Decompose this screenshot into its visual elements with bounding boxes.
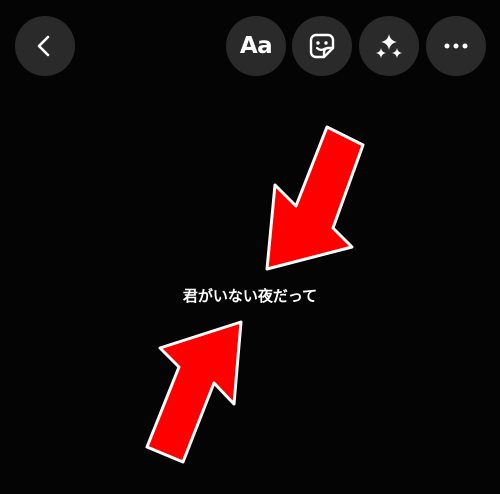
annotation-arrow-bottom bbox=[145, 320, 243, 464]
annotation-arrow-top bbox=[265, 125, 365, 271]
story-canvas[interactable]: Aa 君がいない夜だって bbox=[0, 0, 500, 494]
annotation-arrows bbox=[145, 125, 365, 464]
